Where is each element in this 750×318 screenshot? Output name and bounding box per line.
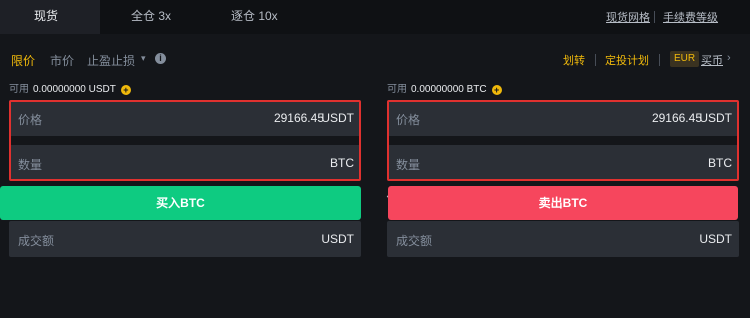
spot-grid-link[interactable]: 现货网格 [606,9,650,25]
available-value: 0.00000000 USDT [33,84,116,95]
highlight-box [387,100,739,181]
order-type-market[interactable]: 市价 [50,52,74,69]
order-type-row: 限价 市价 止盈止损 ▾ i 划转 定投计划 EUR 买币 › [0,51,750,69]
total-input[interactable]: 成交额 USDT [9,221,361,257]
tab-spot[interactable]: 现货 [0,0,100,34]
plus-circle-icon[interactable]: + [491,85,502,95]
divider [595,54,596,66]
tab-isolated-10x[interactable]: 逐仓 10x [231,0,278,34]
info-icon[interactable]: i [155,53,166,64]
sell-button[interactable]: 卖出BTC [388,186,738,220]
total-input[interactable]: 成交额 USDT [387,221,739,257]
chevron-down-icon[interactable]: ▾ [141,53,146,64]
available-label: 可用 [9,84,29,95]
total-label: 成交额 [18,234,55,248]
transfer-link[interactable]: 划转 [563,52,585,68]
tab-cross-3x[interactable]: 全仓 3x [131,0,171,34]
plus-circle-icon[interactable]: + [120,85,131,95]
available-balance: 可用 0.00000000 BTC + [387,80,502,95]
available-balance: 可用 0.00000000 USDT + [9,80,131,95]
currency-badge[interactable]: EUR [670,51,700,67]
order-type-stop-limit[interactable]: 止盈止损 [87,52,135,69]
total-unit: USDT [699,232,732,246]
fee-level-link[interactable]: 手续费等级 [663,9,718,25]
divider [654,11,655,23]
buy-crypto-link[interactable]: 买币 [701,52,723,68]
total-unit: USDT [321,232,354,246]
order-type-limit[interactable]: 限价 [11,52,35,69]
highlight-box [9,100,361,181]
divider [659,54,660,66]
chevron-right-icon[interactable]: › [727,52,731,64]
total-label: 成交额 [396,234,433,248]
available-label: 可用 [387,84,407,95]
margin-mode-tabs: 现货 全仓 3x 逐仓 10x 现货网格 手续费等级 [0,0,750,34]
available-value: 0.00000000 BTC [411,84,487,95]
auto-invest-link[interactable]: 定投计划 [605,52,649,68]
buy-button[interactable]: 买入BTC [0,186,361,220]
